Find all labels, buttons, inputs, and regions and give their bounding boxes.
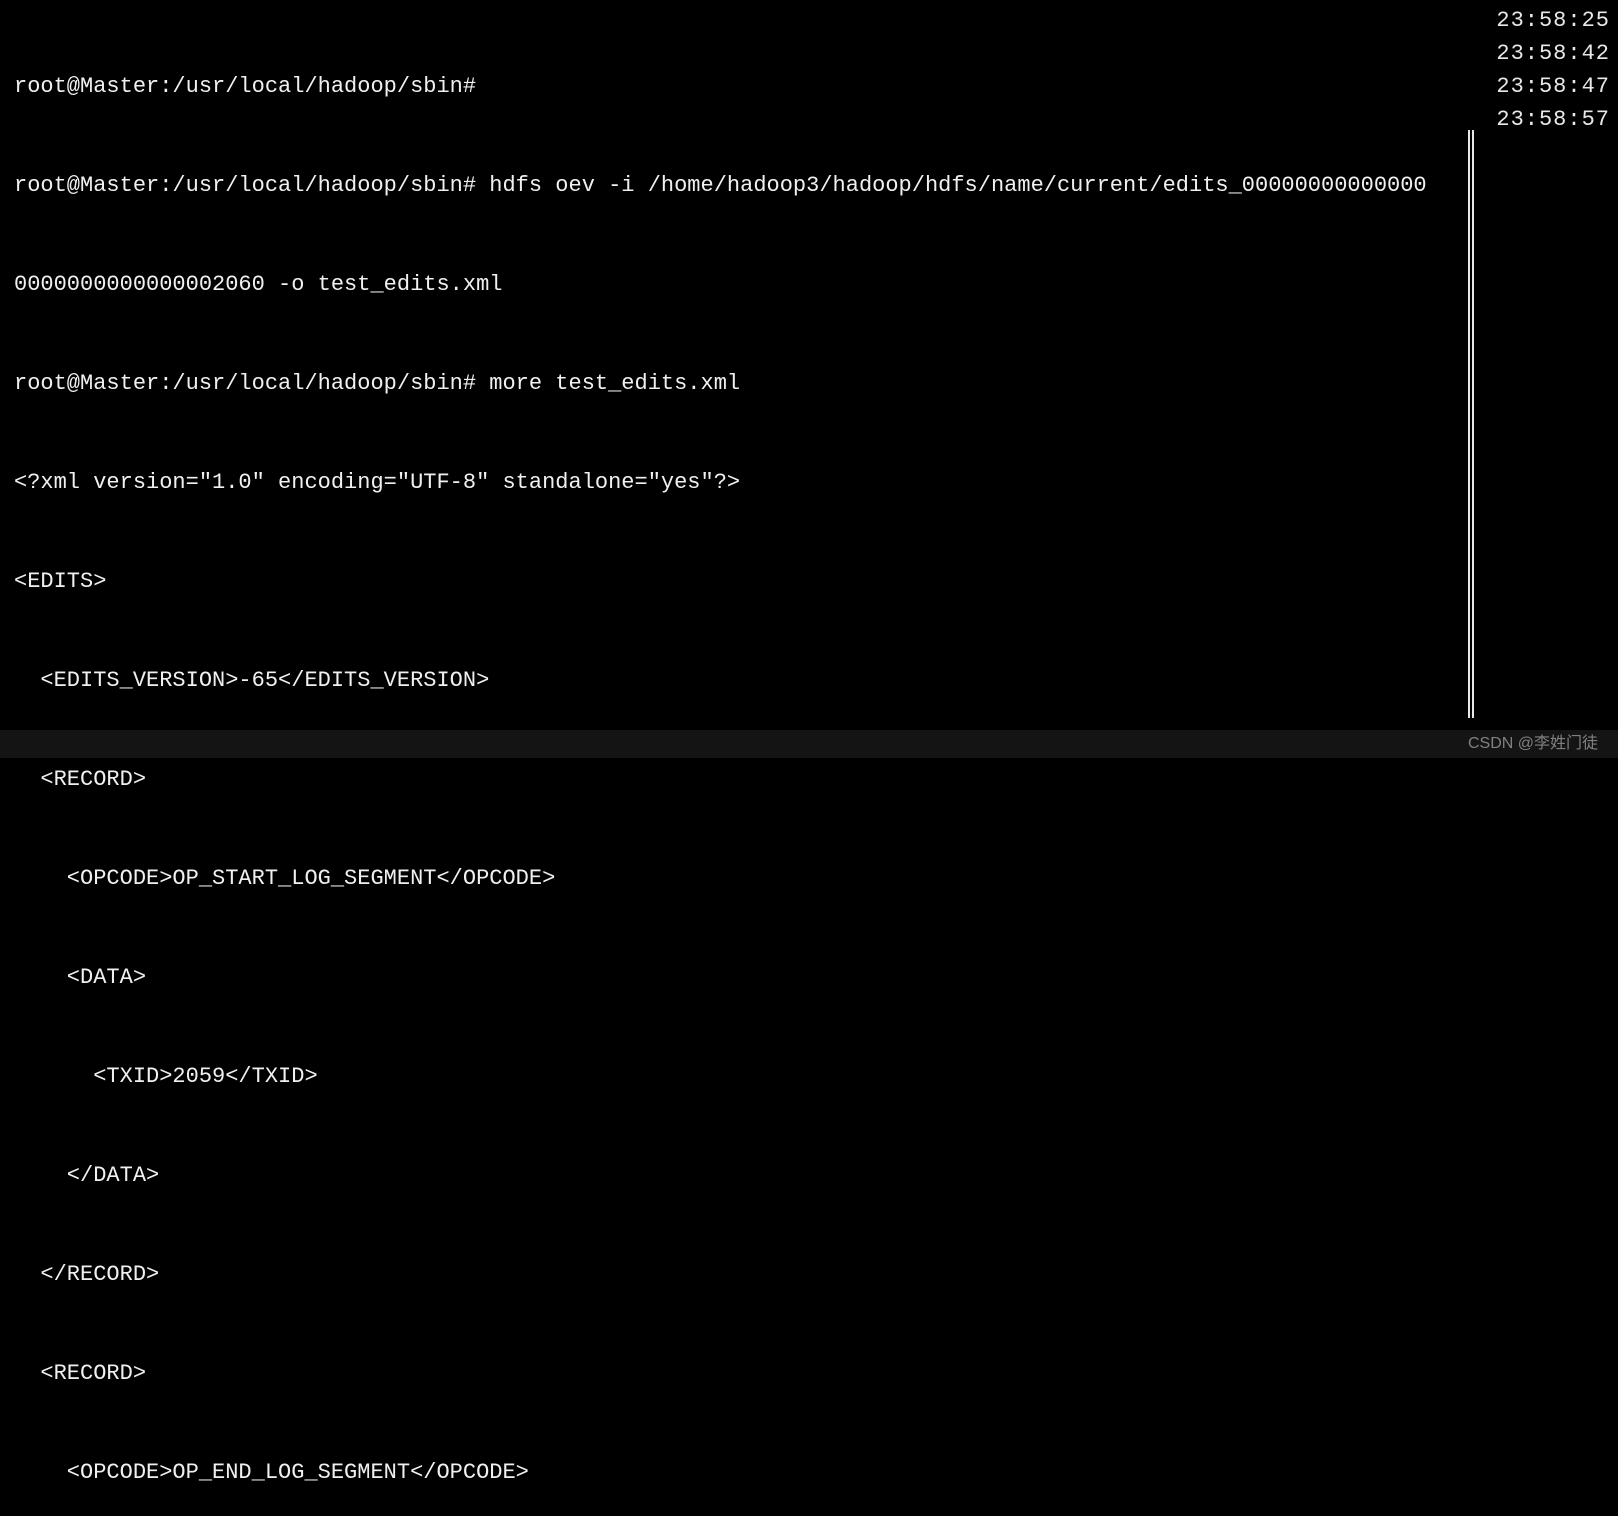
timestamp: 23:58:47 (1496, 70, 1610, 103)
terminal-line: <EDITS> (14, 565, 1604, 598)
terminal-line: </DATA> (14, 1159, 1604, 1192)
timestamp-panel: 23:58:25 23:58:42 23:58:47 23:58:57 (1488, 0, 1618, 140)
timestamp: 23:58:25 (1496, 4, 1610, 37)
terminal-pane[interactable]: root@Master:/usr/local/hadoop/sbin# root… (0, 0, 1618, 728)
terminal-line: <OPCODE>OP_END_LOG_SEGMENT</OPCODE> (14, 1456, 1604, 1489)
terminal-line: <RECORD> (14, 1357, 1604, 1390)
terminal-line: 0000000000000002060 -o test_edits.xml (14, 268, 1604, 301)
terminal-line: </RECORD> (14, 1258, 1604, 1291)
terminal-line: <EDITS_VERSION>-65</EDITS_VERSION> (14, 664, 1604, 697)
watermark-text: CSDN @李姓门徒 (1468, 735, 1598, 752)
terminal-line: <?xml version="1.0" encoding="UTF-8" sta… (14, 466, 1604, 499)
timestamp: 23:58:42 (1496, 37, 1610, 70)
terminal-line: root@Master:/usr/local/hadoop/sbin# hdfs… (14, 169, 1604, 202)
footer-bar: CSDN @李姓门徒 (0, 730, 1618, 758)
terminal-line: root@Master:/usr/local/hadoop/sbin# (14, 70, 1604, 103)
terminal-line: <OPCODE>OP_START_LOG_SEGMENT</OPCODE> (14, 862, 1604, 895)
terminal-line: <RECORD> (14, 763, 1604, 796)
terminal-line: <TXID>2059</TXID> (14, 1060, 1604, 1093)
terminal-line: <DATA> (14, 961, 1604, 994)
terminal-line: root@Master:/usr/local/hadoop/sbin# more… (14, 367, 1604, 400)
pane-divider[interactable] (1468, 130, 1474, 718)
timestamp: 23:58:57 (1496, 103, 1610, 136)
